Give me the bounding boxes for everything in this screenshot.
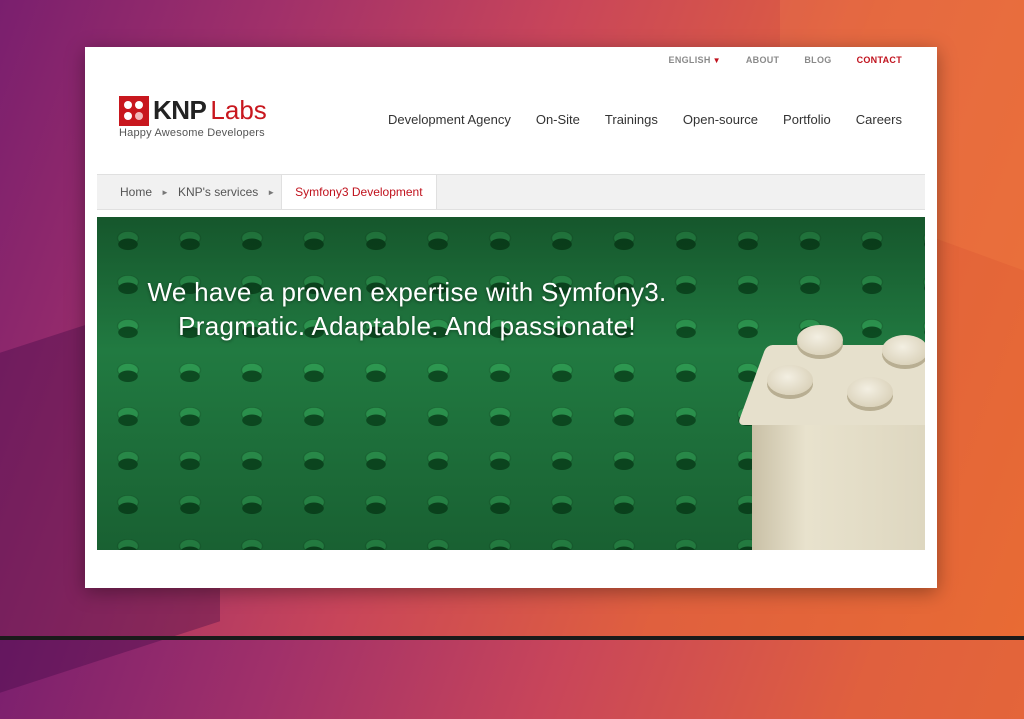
- hero-banner: We have a proven expertise with Symfony3…: [97, 217, 925, 550]
- breadcrumb-current: Symfony3 Development: [281, 175, 437, 209]
- logo-text-strong: KNP: [153, 95, 207, 125]
- language-label: ENGLISH: [668, 55, 711, 65]
- nav-portfolio[interactable]: Portfolio: [783, 112, 831, 127]
- desktop-bottom-strip: [0, 636, 1024, 640]
- logo-tagline: Happy Awesome Developers: [119, 127, 265, 139]
- nav-on-site[interactable]: On-Site: [536, 112, 580, 127]
- nav-development-agency[interactable]: Development Agency: [388, 112, 511, 127]
- hero-line-2: Pragmatic. Adaptable. And passionate!: [178, 311, 636, 341]
- browser-page: ENGLISH ▼ ABOUT BLOG CONTACT KNP Labs Hap…: [85, 47, 937, 588]
- blog-link[interactable]: BLOG: [804, 55, 831, 65]
- knp-logo-icon: [119, 95, 149, 126]
- logo-text-light: Labs: [210, 95, 267, 125]
- main-nav: Development Agency On-Site Trainings Ope…: [388, 112, 902, 127]
- language-selector[interactable]: ENGLISH ▼: [669, 55, 721, 65]
- breadcrumb-services[interactable]: KNP's services: [169, 185, 267, 199]
- top-utility-nav: ENGLISH ▼ ABOUT BLOG CONTACT: [669, 55, 902, 65]
- lego-brick-image: [737, 325, 925, 550]
- caret-down-icon: ▼: [712, 56, 721, 65]
- triangle-right-icon: ►: [161, 187, 169, 197]
- nav-careers[interactable]: Careers: [856, 112, 902, 127]
- breadcrumb-home[interactable]: Home: [97, 185, 161, 199]
- hero-headline: We have a proven expertise with Symfony3…: [97, 275, 717, 343]
- breadcrumb: Home ► KNP's services ► Symfony3 Develop…: [97, 174, 925, 210]
- site-logo[interactable]: KNP Labs Happy Awesome Developers: [119, 95, 267, 139]
- nav-trainings[interactable]: Trainings: [605, 112, 658, 127]
- nav-open-source[interactable]: Open-source: [683, 112, 758, 127]
- about-link[interactable]: ABOUT: [746, 55, 780, 65]
- contact-link[interactable]: CONTACT: [857, 55, 902, 65]
- hero-line-1: We have a proven expertise with Symfony3…: [147, 277, 667, 307]
- triangle-right-icon: ►: [267, 187, 276, 197]
